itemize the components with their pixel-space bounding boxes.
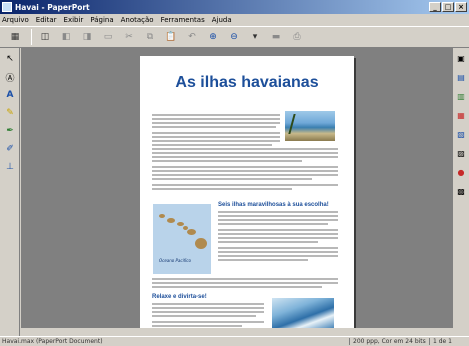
- send-to-bar: ▣ ▤ ▥ ▦ ▧ ▨ ● ▩: [453, 48, 469, 336]
- text-annotation-icon[interactable]: A: [2, 88, 18, 102]
- menu-pagina[interactable]: Página: [90, 16, 113, 24]
- document-page: As ilhas havaianas Oceano Pacífico Seis …: [140, 56, 354, 336]
- title-bar: Havai - PaperPort _ □ ×: [0, 0, 469, 14]
- print-icon[interactable]: ⎙: [288, 29, 306, 45]
- menu-ajuda[interactable]: Ajuda: [212, 16, 232, 24]
- previous-page-icon[interactable]: ◧: [57, 29, 75, 45]
- window-title: Havai - PaperPort: [15, 2, 90, 12]
- zoom-in-icon[interactable]: ⊕: [204, 29, 222, 45]
- page-view-icon[interactable]: ▭: [99, 29, 117, 45]
- close-button[interactable]: ×: [455, 2, 467, 12]
- freehand-pen-icon[interactable]: ✒: [2, 124, 18, 138]
- section-heading-islands: Seis ilhas maravilhosas à sua escolha!: [218, 202, 329, 208]
- app-link-icon-2[interactable]: ▤: [455, 73, 467, 85]
- text-select-tool-icon[interactable]: Ⓐ: [2, 70, 18, 84]
- stamp-tool-icon[interactable]: ⊥: [2, 160, 18, 174]
- maximize-button[interactable]: □: [442, 2, 454, 12]
- menu-anotacao[interactable]: Anotação: [121, 16, 154, 24]
- menu-bar: Arquivo Editar Exibir Página Anotação Fe…: [0, 14, 469, 26]
- rotate-icon[interactable]: ↶: [183, 29, 201, 45]
- note-tool-icon[interactable]: ✐: [2, 142, 18, 156]
- annotation-toolbar: ↖ Ⓐ A ✎ ✒ ✐ ⊥: [0, 48, 20, 336]
- save-icon[interactable]: ▬: [267, 29, 285, 45]
- minimize-button[interactable]: _: [429, 2, 441, 12]
- app-link-icon-4[interactable]: ▦: [455, 111, 467, 123]
- menu-exibir[interactable]: Exibir: [64, 16, 84, 24]
- menu-arquivo[interactable]: Arquivo: [2, 16, 29, 24]
- status-bar: Havai.max (PaperPort Document) 200 ppp, …: [0, 336, 469, 346]
- app-link-icon-7[interactable]: ●: [455, 168, 467, 180]
- horizontal-scrollbar[interactable]: [21, 328, 453, 336]
- surfer-photo: [272, 298, 334, 328]
- copy-icon[interactable]: ⧉: [141, 29, 159, 45]
- paste-icon[interactable]: 📋: [162, 29, 180, 45]
- cut-icon[interactable]: ✂: [120, 29, 138, 45]
- app-icon: [2, 2, 12, 12]
- menu-editar[interactable]: Editar: [36, 16, 57, 24]
- zoom-dropdown-icon[interactable]: ▾: [246, 29, 264, 45]
- pointer-tool-icon[interactable]: ↖: [2, 52, 18, 66]
- status-document-name: Havai.max (PaperPort Document): [2, 338, 103, 345]
- app-link-icon-3[interactable]: ▥: [455, 92, 467, 104]
- hawaii-map-image: Oceano Pacífico: [153, 204, 211, 274]
- app-link-icon-1[interactable]: ▣: [455, 54, 467, 66]
- toolbar: ▦ ◫ ◧ ◨ ▭ ✂ ⧉ 📋 ↶ ⊕ ⊖ ▾ ▬ ⎙: [0, 26, 469, 48]
- highlighter-icon[interactable]: ✎: [2, 106, 18, 120]
- document-title: As ilhas havaianas: [175, 74, 319, 91]
- status-page-count: 1 de 1: [429, 338, 469, 345]
- toolbar-separator: [31, 29, 32, 45]
- menu-ferramentas[interactable]: Ferramentas: [161, 16, 205, 24]
- map-label: Oceano Pacífico: [159, 258, 191, 263]
- app-link-icon-8[interactable]: ▩: [455, 187, 467, 199]
- page-thumbnails-icon[interactable]: ◫: [36, 29, 54, 45]
- app-link-icon-6[interactable]: ▨: [455, 149, 467, 161]
- beach-photo: [285, 111, 335, 141]
- section-heading-relax: Relaxe e divirta-se!: [152, 294, 207, 300]
- app-link-icon-5[interactable]: ▧: [455, 130, 467, 142]
- document-workspace[interactable]: As ilhas havaianas Oceano Pacífico Seis …: [21, 48, 453, 336]
- zoom-out-icon[interactable]: ⊖: [225, 29, 243, 45]
- status-resolution: 200 ppp, Cor em 24 bits: [349, 338, 429, 345]
- next-page-icon[interactable]: ◨: [78, 29, 96, 45]
- desktop-view-icon[interactable]: ▦: [6, 29, 24, 45]
